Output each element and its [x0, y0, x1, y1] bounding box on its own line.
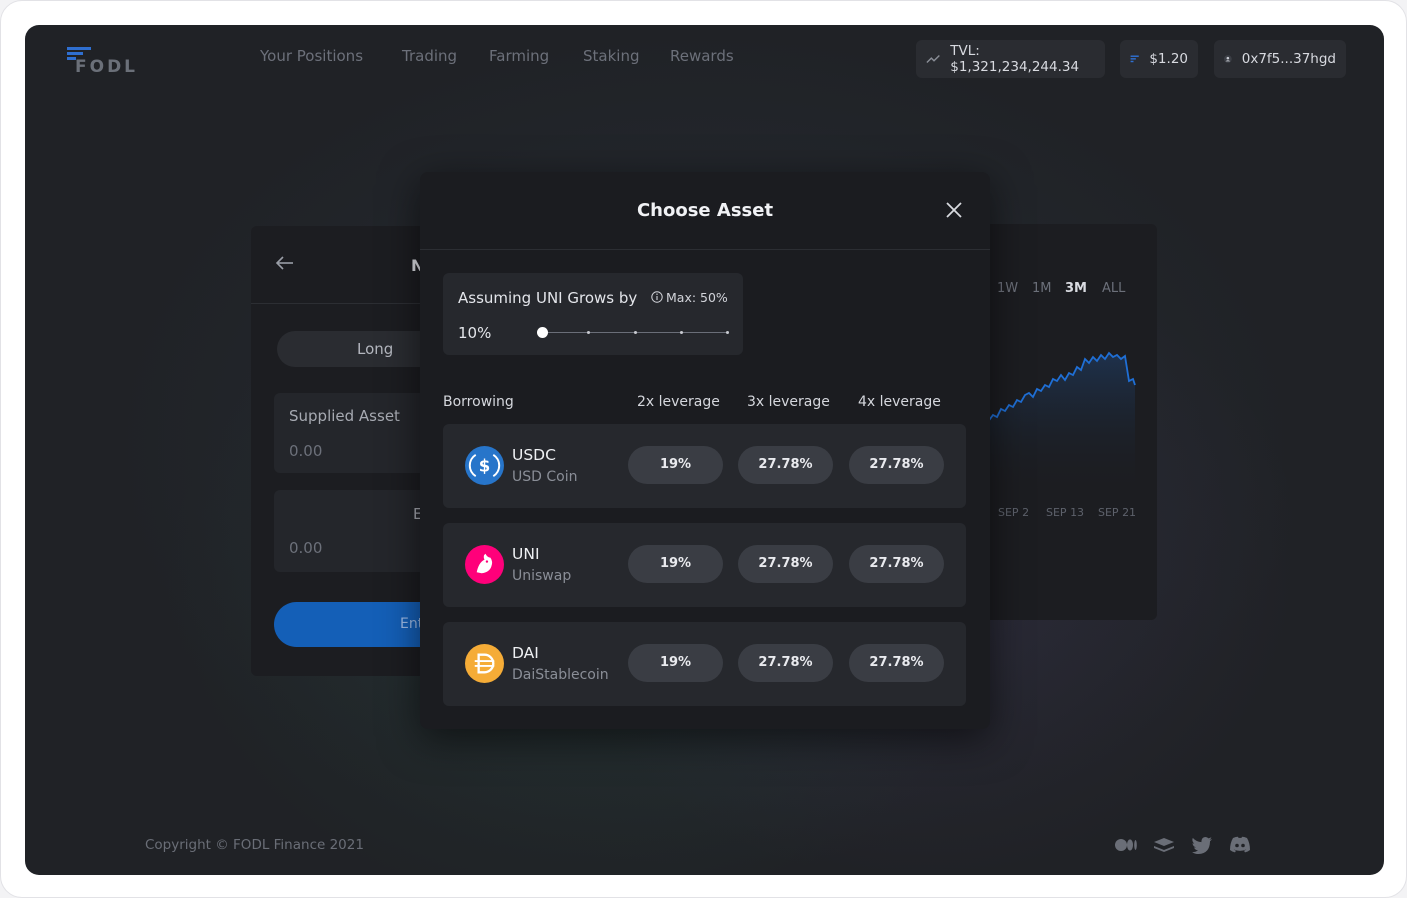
range-all[interactable]: ALL: [1102, 281, 1125, 296]
asset-name: DaiStablecoin: [512, 667, 609, 683]
uniswap-icon: [465, 545, 504, 584]
fodl-token-icon: [1130, 55, 1139, 63]
nav-staking[interactable]: Staking: [583, 47, 639, 69]
uni-4x-button[interactable]: 27.78%: [849, 545, 944, 583]
form-divider: [251, 303, 441, 304]
growth-max: Max: 50%: [666, 290, 728, 305]
second-field-value: 0.00: [289, 539, 323, 557]
supplied-asset-field[interactable]: [274, 393, 444, 473]
x-tick-sep13: SEP 13: [1046, 506, 1085, 519]
growth-assumption-panel: Assuming UNI Grows by Max: 50% 10%: [443, 273, 743, 355]
usdc-2x-button[interactable]: 19%: [628, 446, 723, 484]
range-3m[interactable]: 3M: [1065, 281, 1087, 296]
growth-value: 10%: [458, 324, 492, 342]
back-arrow-icon[interactable]: [275, 255, 295, 271]
asset-name: Uniswap: [512, 568, 572, 584]
fodl-logo[interactable]: FODL: [65, 45, 137, 75]
wallet-button[interactable]: 0x7f5...37hgd: [1214, 40, 1346, 78]
dai-icon: [465, 644, 504, 683]
medium-icon[interactable]: [1114, 835, 1138, 855]
nav-trading[interactable]: Trading: [402, 47, 457, 69]
nav-your-positions[interactable]: Your Positions: [260, 47, 363, 69]
asset-row-dai[interactable]: DAI DaiStablecoin 19% 27.78% 27.78%: [443, 622, 966, 706]
asset-row-uni[interactable]: UNI Uniswap 19% 27.78% 27.78%: [443, 523, 966, 607]
slider-tick: [587, 331, 590, 334]
token-price: $1.20: [1149, 51, 1188, 67]
nav-rewards[interactable]: Rewards: [670, 47, 734, 69]
dai-4x-button[interactable]: 27.78%: [849, 644, 944, 682]
info-icon[interactable]: [651, 291, 663, 303]
trend-icon: [926, 54, 940, 64]
tvl-value: TVL: $1,321,234,244.34: [950, 43, 1080, 75]
nav-farming[interactable]: Farming: [489, 47, 549, 69]
choose-asset-modal: Choose Asset Assuming UNI Grows by Max: …: [420, 172, 990, 729]
range-1w[interactable]: 1W: [997, 281, 1018, 296]
asset-row-usdc[interactable]: $ USDC USD Coin 19% 27.78% 27.78%: [443, 424, 966, 508]
slider-tick: [634, 331, 637, 334]
copyright: Copyright © FODL Finance 2021: [145, 837, 364, 853]
supplied-asset-value: 0.00: [289, 442, 323, 460]
dai-3x-button[interactable]: 27.78%: [738, 644, 833, 682]
slider-tick: [726, 331, 729, 334]
usdc-3x-button[interactable]: 27.78%: [738, 446, 833, 484]
token-price-badge[interactable]: $1.20: [1120, 40, 1198, 78]
usdc-4x-button[interactable]: 27.78%: [849, 446, 944, 484]
second-field[interactable]: [274, 490, 444, 572]
avatar-icon: [1224, 55, 1232, 63]
price-chart: [987, 351, 1136, 495]
modal-title: Choose Asset: [636, 200, 774, 221]
discord-icon[interactable]: [1228, 835, 1252, 855]
asset-symbol: DAI: [512, 644, 539, 662]
dai-2x-button[interactable]: 19%: [628, 644, 723, 682]
asset-symbol: USDC: [512, 446, 556, 464]
app-background: FODL Your Positions Trading Farming Stak…: [25, 25, 1384, 875]
close-icon[interactable]: [942, 198, 966, 222]
col-3x-leverage: 3x leverage: [747, 394, 830, 410]
uni-2x-button[interactable]: 19%: [628, 545, 723, 583]
docs-icon[interactable]: [1152, 835, 1176, 855]
col-4x-leverage: 4x leverage: [858, 394, 941, 410]
supplied-asset-label: Supplied Asset: [289, 407, 400, 425]
svg-text:$: $: [479, 456, 491, 475]
long-label: Long: [357, 340, 394, 358]
tvl-badge: TVL: $1,321,234,244.34: [916, 40, 1105, 78]
range-1m[interactable]: 1M: [1032, 281, 1052, 296]
slider-tick: [680, 331, 683, 334]
growth-label: Assuming UNI Grows by: [458, 289, 638, 307]
x-tick-sep21: SEP 21: [1098, 506, 1137, 519]
x-tick-sep2: SEP 2: [998, 506, 1030, 519]
usdc-icon: $: [465, 446, 504, 485]
window-frame: FODL Your Positions Trading Farming Stak…: [0, 0, 1407, 898]
col-borrowing: Borrowing: [443, 394, 514, 410]
wallet-address: 0x7f5...37hgd: [1241, 51, 1336, 67]
svg-text:FODL: FODL: [75, 57, 137, 75]
growth-slider[interactable]: [537, 324, 729, 342]
modal-divider: [420, 249, 990, 250]
twitter-icon[interactable]: [1190, 835, 1214, 855]
slider-thumb[interactable]: [537, 327, 548, 338]
uni-3x-button[interactable]: 27.78%: [738, 545, 833, 583]
col-2x-leverage: 2x leverage: [637, 394, 720, 410]
asset-name: USD Coin: [512, 469, 578, 485]
asset-symbol: UNI: [512, 545, 540, 563]
